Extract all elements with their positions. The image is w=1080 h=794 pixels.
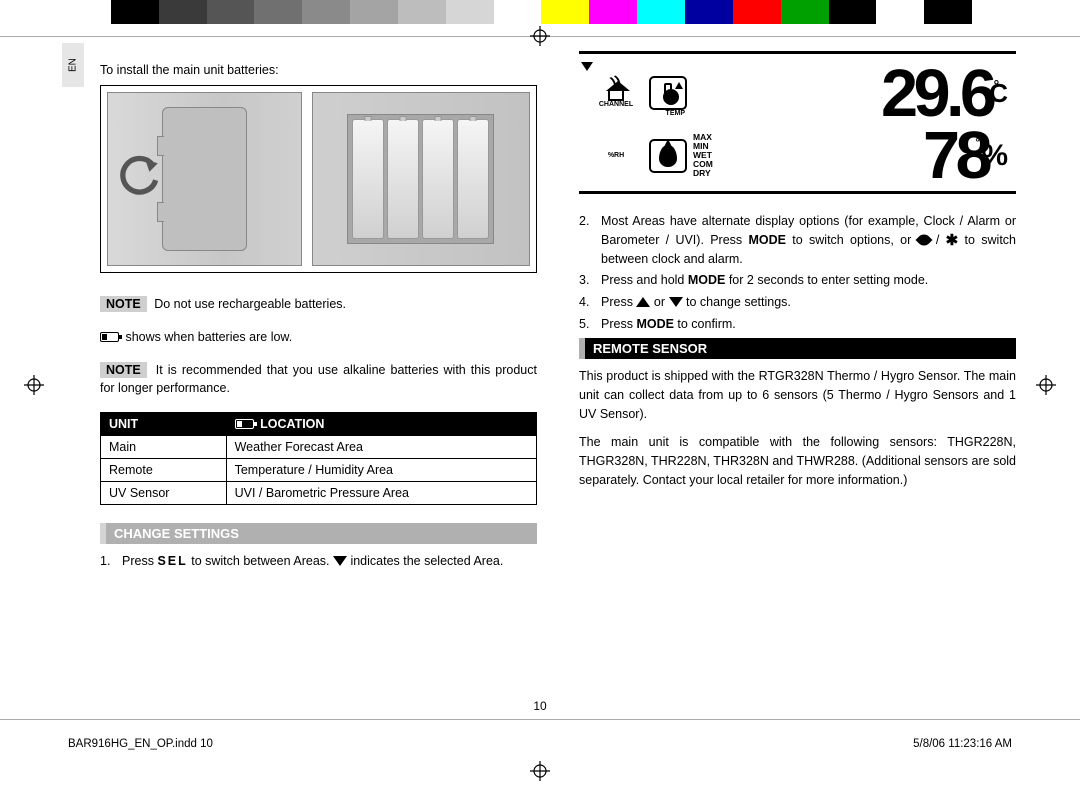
humidity-icon-box	[649, 139, 687, 173]
note-1: NOTE Do not use rechargeable batteries.	[100, 295, 537, 314]
droplet-icon	[659, 145, 677, 167]
registration-mark-icon	[530, 761, 550, 781]
remote-sensor-para-2: The main unit is compatible with the fol…	[579, 433, 1016, 491]
comfort-labels: MAX MIN WET COM DRY	[693, 133, 731, 178]
step-item: 3. Press and hold MODE for 2 seconds to …	[579, 271, 1016, 290]
battery-install-figure	[100, 85, 537, 273]
note-tag: NOTE	[100, 362, 147, 378]
location-table: UNIT LOCATION Main Weather Forecast Area…	[100, 412, 537, 505]
table-row: Main Weather Forecast Area	[101, 436, 537, 459]
battery-cover-illustration	[107, 92, 302, 266]
section-change-settings: CHANGE SETTINGS	[100, 523, 537, 544]
right-column: )) CHANNEL TEMP 29.6 C	[579, 49, 1016, 697]
section-remote-sensor: REMOTE SENSOR	[579, 338, 1016, 359]
left-column: To install the main unit batteries: NOTE…	[100, 49, 537, 697]
up-arrow-icon	[675, 82, 683, 89]
footer-file: BAR916HG_EN_OP.indd 10	[68, 738, 213, 750]
table-head-unit: UNIT	[101, 413, 227, 436]
note-text: It is recommended that you use alkaline …	[100, 363, 537, 396]
down-triangle-icon	[669, 297, 683, 307]
note-2: NOTE It is recommended that you use alka…	[100, 361, 537, 399]
channel-label: CHANNEL	[599, 101, 633, 108]
up-triangle-icon	[636, 297, 650, 307]
lcd-figure: )) CHANNEL TEMP 29.6 C	[579, 51, 1016, 194]
house-icon	[608, 89, 624, 101]
thermometer-icon	[664, 83, 672, 103]
table-head-location: LOCATION	[226, 413, 536, 436]
rotate-arrow-icon	[120, 155, 162, 197]
step-item: 1. Press SEL to switch between Areas. in…	[100, 552, 537, 571]
footer-timestamp: 5/8/06 11:23:16 AM	[913, 738, 1012, 750]
table-row: UV Sensor UVI / Barometric Pressure Area	[101, 482, 537, 505]
humidity-unit: °%	[981, 139, 1008, 173]
step-item: 5. Press MODE to confirm.	[579, 315, 1016, 334]
low-battery-line: shows when batteries are low.	[100, 328, 537, 347]
low-battery-icon	[235, 419, 254, 429]
temp-icon-box: TEMP	[649, 76, 687, 110]
steps-list: 2. Most Areas have alternate display opt…	[579, 212, 1016, 334]
temp-value: 29.6	[881, 65, 992, 122]
down-triangle-icon	[333, 556, 347, 566]
page-number: 10	[0, 699, 1080, 713]
battery-bay-illustration	[312, 92, 530, 266]
note-tag: NOTE	[100, 296, 147, 312]
note-text: Do not use rechargeable batteries.	[154, 297, 346, 311]
temp-unit: C	[984, 78, 1008, 109]
footer: BAR916HG_EN_OP.indd 10 5/8/06 11:23:16 A…	[0, 720, 1080, 750]
remote-sensor-para-1: This product is shipped with the RTGR328…	[579, 367, 1016, 425]
language-tab: EN	[62, 43, 84, 87]
steps-list: 1. Press SEL to switch between Areas. in…	[100, 552, 537, 571]
page-body: EN To install the main unit batteries: N…	[0, 37, 1080, 697]
table-row: Remote Temperature / Humidity Area	[101, 459, 537, 482]
snowflake-icon: ✱	[946, 235, 959, 247]
rh-label: %RH	[608, 152, 624, 159]
step-item: 4. Press or to change settings.	[579, 293, 1016, 312]
print-color-bar	[63, 0, 1020, 24]
step-item: 2. Most Areas have alternate display opt…	[579, 212, 1016, 268]
intro-text: To install the main unit batteries:	[100, 63, 537, 77]
selection-triangle-icon	[581, 62, 593, 71]
low-battery-text: shows when batteries are low.	[125, 330, 292, 344]
low-battery-icon	[100, 332, 119, 342]
